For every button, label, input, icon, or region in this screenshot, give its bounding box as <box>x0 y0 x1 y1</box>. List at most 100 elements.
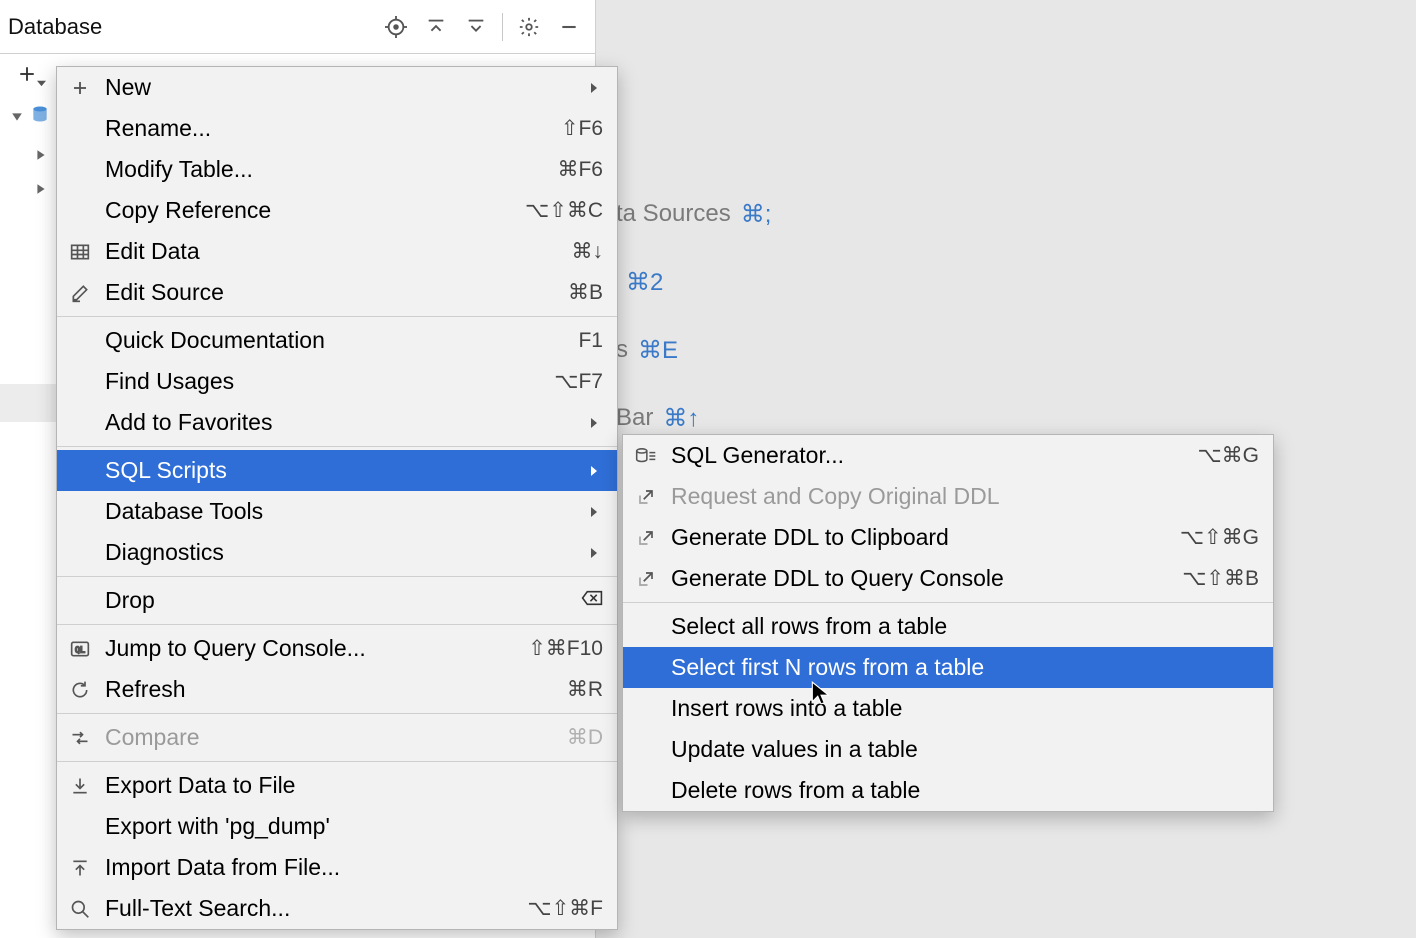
menu-item-label: Jump to Query Console... <box>105 635 492 662</box>
sql-gen-icon <box>633 443 659 469</box>
menu-item-label: Modify Table... <box>105 156 521 183</box>
menu-item[interactable]: Drop <box>57 580 617 621</box>
menu-item[interactable]: Export with 'pg_dump' <box>57 806 617 847</box>
menu-item[interactable]: Update values in a table <box>623 729 1273 770</box>
menu-item[interactable]: Modify Table...⌘F6 <box>57 149 617 190</box>
menu-shortcut: F1 <box>578 329 603 353</box>
menu-item-label: Export Data to File <box>105 772 603 799</box>
menu-item[interactable]: Delete rows from a table <box>623 770 1273 811</box>
chevron-right-icon <box>585 462 603 480</box>
edit-icon <box>67 280 93 306</box>
menu-item-label: Copy Reference <box>105 197 489 224</box>
menu-item[interactable]: Find Usages⌥F7 <box>57 361 617 402</box>
menu-item-label: Import Data from File... <box>105 854 603 881</box>
menu-separator <box>57 316 617 317</box>
collapse-down-icon[interactable] <box>456 7 496 47</box>
menu-item[interactable]: Add to Favorites <box>57 402 617 443</box>
export-icon <box>67 773 93 799</box>
menu-separator <box>57 446 617 447</box>
header-icons <box>376 7 595 47</box>
search-icon <box>67 896 93 922</box>
menu-shortcut: ⇧⌘F10 <box>528 636 603 661</box>
menu-item[interactable]: Edit Source ⌘B <box>57 272 617 313</box>
menu-item-label: Rename... <box>105 115 525 142</box>
menu-shortcut: ⌘D <box>567 725 603 750</box>
menu-item-label: Export with 'pg_dump' <box>105 813 603 840</box>
gear-icon[interactable] <box>509 7 549 47</box>
menu-shortcut: ⌘B <box>568 280 603 305</box>
menu-separator <box>57 576 617 577</box>
menu-item[interactable]: SQL Generator...⌥⌘G <box>623 435 1273 476</box>
menu-separator <box>623 602 1273 603</box>
chevron-right-icon <box>34 148 48 162</box>
menu-item-label: SQL Generator... <box>671 442 1161 469</box>
add-button[interactable] <box>10 59 44 89</box>
hint-list: ta Sources⌘; ⌘2 s⌘E Bar⌘↑ <box>616 180 1396 452</box>
context-menu: NewRename...⇧F6Modify Table...⌘F6Copy Re… <box>56 66 618 930</box>
menu-item-label: Update values in a table <box>671 736 1259 763</box>
menu-item[interactable]: QL Jump to Query Console... ⇧⌘F10 <box>57 628 617 669</box>
menu-separator <box>57 761 617 762</box>
menu-item[interactable]: SQL Scripts <box>57 450 617 491</box>
external-icon <box>633 525 659 551</box>
menu-shortcut: ⌥⇧⌘C <box>525 198 603 223</box>
menu-item[interactable]: Generate DDL to Clipboard⌥⇧⌘G <box>623 517 1273 558</box>
chevron-down-icon <box>10 110 24 124</box>
delete-box-icon <box>581 589 603 613</box>
menu-item-label: Edit Source <box>105 279 532 306</box>
collapse-up-icon[interactable] <box>416 7 456 47</box>
menu-item[interactable]: Edit Data ⌘↓ <box>57 231 617 272</box>
menu-shortcut: ⌥F7 <box>554 369 603 394</box>
table-icon <box>67 239 93 265</box>
menu-item[interactable]: Select all rows from a table <box>623 606 1273 647</box>
menu-item[interactable]: Quick DocumentationF1 <box>57 320 617 361</box>
menu-item[interactable]: Full-Text Search...⌥⇧⌘F <box>57 888 617 929</box>
menu-separator <box>57 624 617 625</box>
menu-item[interactable]: New <box>57 67 617 108</box>
menu-item[interactable]: Rename...⇧F6 <box>57 108 617 149</box>
menu-item[interactable]: Request and Copy Original DDL <box>623 476 1273 517</box>
menu-item-label: SQL Scripts <box>105 457 561 484</box>
menu-item-label: Select first N rows from a table <box>671 654 1259 681</box>
svg-text:QL: QL <box>75 644 85 654</box>
menu-item-label: Database Tools <box>105 498 561 525</box>
menu-item[interactable]: Select first N rows from a table <box>623 647 1273 688</box>
external-icon <box>633 566 659 592</box>
menu-item[interactable]: Compare⌘D <box>57 717 617 758</box>
menu-item[interactable]: Refresh ⌘R <box>57 669 617 710</box>
menu-item[interactable]: Export Data to File <box>57 765 617 806</box>
chevron-right-icon <box>585 544 603 562</box>
menu-item-label: New <box>105 74 561 101</box>
menu-item-label: Insert rows into a table <box>671 695 1259 722</box>
target-icon[interactable] <box>376 7 416 47</box>
divider <box>502 13 503 41</box>
menu-item[interactable]: Insert rows into a table <box>623 688 1273 729</box>
menu-item[interactable]: Import Data from File... <box>57 847 617 888</box>
menu-item-label: Refresh <box>105 676 531 703</box>
menu-shortcut: ⌥⇧⌘F <box>527 896 603 921</box>
chevron-right-icon <box>585 503 603 521</box>
minimize-icon[interactable] <box>549 7 589 47</box>
menu-item[interactable]: Diagnostics <box>57 532 617 573</box>
menu-item-label: Select all rows from a table <box>671 613 1259 640</box>
compare-icon <box>67 725 93 751</box>
menu-item-label: Diagnostics <box>105 539 561 566</box>
menu-item-label: Edit Data <box>105 238 536 265</box>
refresh-icon <box>67 677 93 703</box>
menu-item[interactable]: Generate DDL to Query Console ⌥⇧⌘B <box>623 558 1273 599</box>
chevron-right-icon <box>585 414 603 432</box>
menu-item-label: Add to Favorites <box>105 409 561 436</box>
menu-shortcut: ⌥⇧⌘G <box>1180 525 1259 550</box>
sidebar-title: Database <box>6 14 376 40</box>
external-icon <box>633 484 659 510</box>
menu-item[interactable]: Copy Reference ⌥⇧⌘C <box>57 190 617 231</box>
menu-shortcut: ⌥⇧⌘B <box>1182 566 1259 591</box>
menu-item[interactable]: Database Tools <box>57 491 617 532</box>
menu-shortcut: ⌘↓ <box>572 239 604 264</box>
menu-item-label: Drop <box>105 587 545 614</box>
menu-item-label: Delete rows from a table <box>671 777 1259 804</box>
menu-item-label: Request and Copy Original DDL <box>671 483 1259 510</box>
menu-item-label: Generate DDL to Query Console <box>671 565 1146 592</box>
menu-shortcut: ⌘R <box>567 677 603 702</box>
hint-item: ⌘2 <box>616 248 1396 316</box>
